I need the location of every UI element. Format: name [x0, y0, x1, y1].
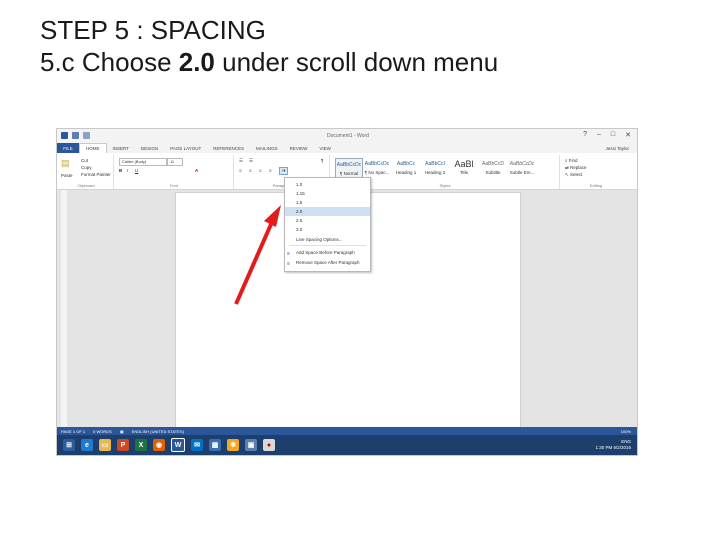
arrow-shaft — [234, 221, 274, 305]
red-arrow-annotation — [234, 205, 281, 305]
arrow-head — [264, 205, 281, 227]
